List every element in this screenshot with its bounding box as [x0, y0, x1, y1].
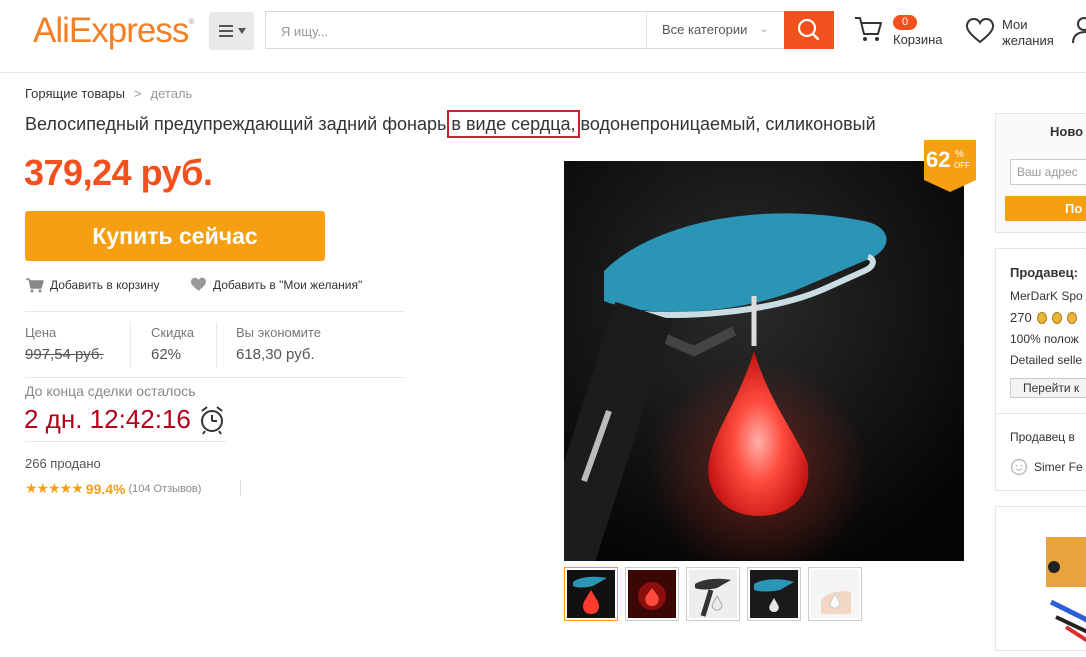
cart-small-icon — [26, 278, 44, 293]
go-to-store-button[interactable]: Перейти к — [1010, 378, 1086, 398]
rating-summary[interactable]: ★★★★★ 99.4% (104 Отзывов) — [25, 480, 201, 497]
divider — [25, 377, 405, 378]
seller-name[interactable]: MerDarK Spo — [1010, 289, 1083, 303]
product-price: 379,24 руб. — [24, 152, 213, 193]
title-highlight: в виде сердца, — [447, 110, 580, 138]
seller-title: Продавец: — [1010, 265, 1078, 280]
categories-menu-button[interactable] — [209, 12, 254, 50]
add-to-cart-label: Добавить в корзину — [50, 278, 160, 292]
bike-tail-light-image — [564, 161, 964, 561]
add-to-cart-link[interactable]: Добавить в корзину — [25, 277, 160, 293]
search-icon — [797, 18, 820, 41]
delivery-box-button[interactable]: По — [1005, 196, 1086, 221]
discount-value: 62% — [151, 346, 182, 363]
price-label: Цена — [25, 325, 57, 340]
divider — [25, 311, 405, 312]
heart-small-icon — [191, 277, 206, 291]
wishlist-label-line2: желания — [1002, 33, 1054, 48]
user-icon[interactable] — [1072, 16, 1086, 44]
breadcrumb: Горящие товары > деталь — [25, 86, 192, 101]
search-bar: Все категории ⌄ — [265, 11, 834, 50]
product-main-image[interactable] — [564, 161, 964, 561]
product-thumbnail[interactable] — [625, 567, 679, 621]
product-thumbnail[interactable] — [564, 567, 618, 621]
add-to-wishlist-link[interactable]: Добавить в "Мои желания" — [190, 277, 362, 292]
seller-positive-feedback: 100% полож — [1010, 332, 1079, 346]
cart-icon[interactable] — [853, 14, 883, 44]
product-thumbnail[interactable] — [808, 567, 862, 621]
medal-icon — [1051, 311, 1062, 324]
discount-label: Скидка — [151, 325, 195, 340]
deal-countdown-label: До конца сделки осталось — [25, 383, 196, 399]
recommended-products-box[interactable] — [995, 506, 1086, 651]
breadcrumb-current: деталь — [150, 86, 193, 101]
deal-countdown-timer: 2 дн. 12:42:16 — [24, 404, 191, 434]
divider — [216, 322, 217, 368]
product-thumbnail[interactable] — [747, 567, 801, 621]
discount-badge-percent: % — [955, 149, 964, 160]
old-price: 997,54 руб. — [25, 346, 104, 363]
divider — [995, 413, 1086, 414]
breadcrumb-hot-deals[interactable]: Горящие товары — [25, 86, 125, 101]
discount-badge-number: 62 — [926, 147, 951, 172]
category-select-label: Все категории — [662, 22, 748, 37]
alarm-clock-icon — [201, 406, 223, 435]
divider — [240, 480, 241, 496]
savings-label: Вы экономите — [236, 325, 321, 340]
breadcrumb-separator: > — [133, 86, 142, 101]
discount-badge-off: OFF — [954, 161, 970, 170]
smiley-icon — [1010, 458, 1028, 476]
seller-score-value: 270 — [1010, 310, 1032, 325]
title-part-2: водонепроницаемый, силиконовый — [575, 114, 876, 134]
category-select[interactable]: Все категории ⌄ — [646, 12, 784, 48]
rating-percent: 99.4% — [85, 480, 126, 497]
seller-other-link[interactable]: Simer Fe — [1010, 458, 1083, 476]
savings-value: 618,30 руб. — [236, 346, 315, 363]
buy-now-button[interactable]: Купить сейчас — [25, 211, 325, 261]
caret-down-icon — [238, 28, 246, 34]
seller-other-name: Simer Fe — [1034, 460, 1083, 474]
address-input[interactable]: Ваш адрес — [1010, 159, 1086, 185]
heart-icon[interactable] — [966, 18, 994, 44]
discount-badge: 62 % OFF — [924, 140, 976, 192]
seller-box — [995, 248, 1086, 491]
divider — [130, 322, 131, 368]
seller-detailed-rating: Detailed selle — [1010, 353, 1083, 367]
sold-count: 266 продано — [25, 456, 101, 471]
seller-score: 270 — [1010, 310, 1077, 325]
rating-stars: ★★★★★ — [25, 480, 84, 496]
recommended-product-image — [1046, 537, 1086, 643]
delivery-box-title: Ново — [1050, 124, 1084, 139]
chevron-down-icon: ⌄ — [759, 24, 768, 35]
title-part-1: Велосипедный предупреждающий задний фона… — [25, 114, 452, 134]
review-count: (104 Отзывов) — [128, 482, 202, 495]
medal-icon — [1066, 311, 1077, 324]
seller-in-label: Продавец в — [1010, 430, 1075, 444]
search-input[interactable] — [266, 12, 663, 50]
divider — [25, 441, 226, 442]
add-to-wishlist-label: Добавить в "Мои желания" — [213, 277, 363, 292]
wishlist-link[interactable]: Мои желания — [1002, 17, 1054, 49]
wishlist-label-line1: Мои — [1002, 17, 1028, 32]
search-button[interactable] — [784, 11, 834, 49]
medal-icon — [1036, 311, 1047, 324]
hamburger-icon — [219, 25, 233, 37]
product-thumbnail[interactable] — [686, 567, 740, 621]
cart-count-badge: 0 — [893, 15, 917, 30]
cart-link[interactable]: Корзина — [893, 32, 943, 47]
product-title: Велосипедный предупреждающий задний фона… — [25, 110, 876, 138]
aliexpress-logo[interactable]: AliExpress® — [33, 11, 194, 51]
